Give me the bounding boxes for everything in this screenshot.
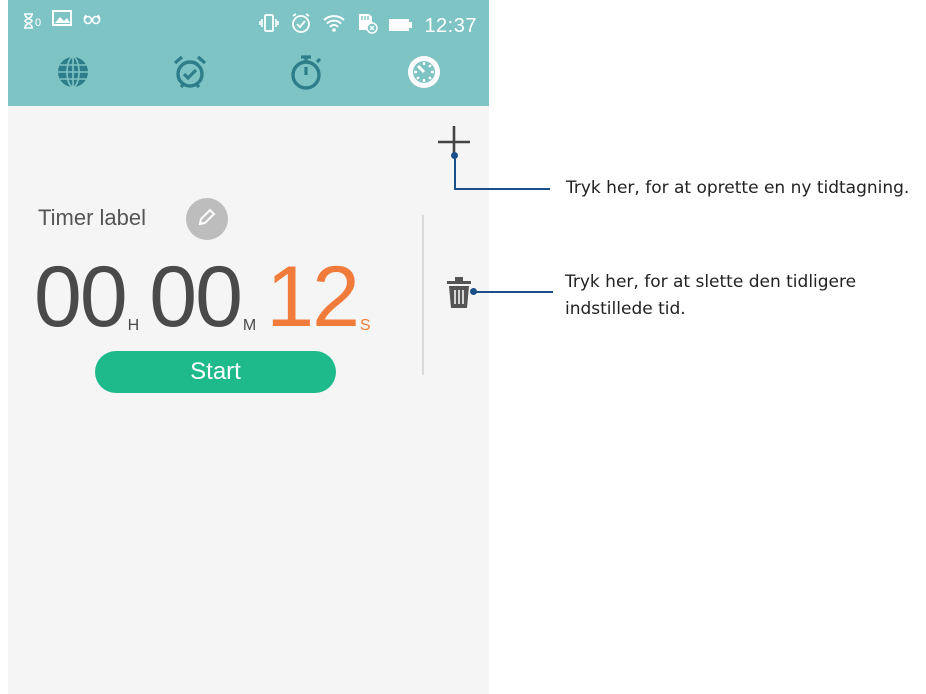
add-callout-line-vertical [454, 155, 456, 189]
pencil-icon [196, 206, 218, 233]
hours-value[interactable]: 00 [34, 254, 128, 340]
globe-icon [55, 54, 91, 95]
tab-timer[interactable] [404, 54, 444, 94]
sd-card-icon [356, 12, 379, 40]
battery-icon [389, 15, 413, 38]
add-callout-line-horizontal [454, 188, 550, 190]
trash-icon [444, 277, 474, 314]
vibrate-icon [259, 13, 280, 39]
phone-screen: 0 12:37 Timer label 00 H 00 M 12 S Start [8, 0, 489, 694]
alarm-status-icon [290, 12, 312, 40]
delete-callout-line [473, 291, 553, 293]
delete-callout-text-line1: Tryk her, for at slette den tidligere [565, 272, 857, 292]
timer-icon [405, 53, 443, 96]
seconds-value[interactable]: 12 [266, 254, 360, 340]
status-left-icons: 0 [23, 10, 101, 31]
timer-display: 00 H 00 M 12 S [34, 250, 381, 340]
tab-stopwatch[interactable] [286, 54, 326, 94]
image-notification-icon [52, 10, 73, 31]
status-time: 12:37 [424, 14, 477, 37]
seconds-unit: S [359, 317, 371, 334]
edit-label-button[interactable] [186, 198, 228, 240]
start-button[interactable]: Start [95, 351, 336, 393]
status-right-icons: 12:37 [259, 12, 477, 40]
vertical-divider [422, 215, 424, 375]
wifi-icon [323, 13, 346, 39]
tab-world-clock[interactable] [53, 54, 93, 94]
hourglass-notification-icon: 0 [23, 12, 42, 29]
minutes-value[interactable]: 00 [149, 254, 243, 340]
minutes-unit: M [242, 317, 257, 334]
delete-callout-text-line2: indstillede tid. [565, 299, 686, 319]
notification-count: 0 [35, 16, 42, 29]
stopwatch-icon [287, 53, 325, 96]
tab-alarm[interactable] [170, 54, 210, 94]
alarm-icon [171, 53, 209, 96]
timer-label[interactable]: Timer label [38, 205, 146, 231]
glasses-notification-icon [83, 12, 101, 30]
add-callout-text: Tryk her, for at oprette en ny tidtagnin… [566, 178, 910, 198]
hours-unit: H [127, 317, 140, 334]
